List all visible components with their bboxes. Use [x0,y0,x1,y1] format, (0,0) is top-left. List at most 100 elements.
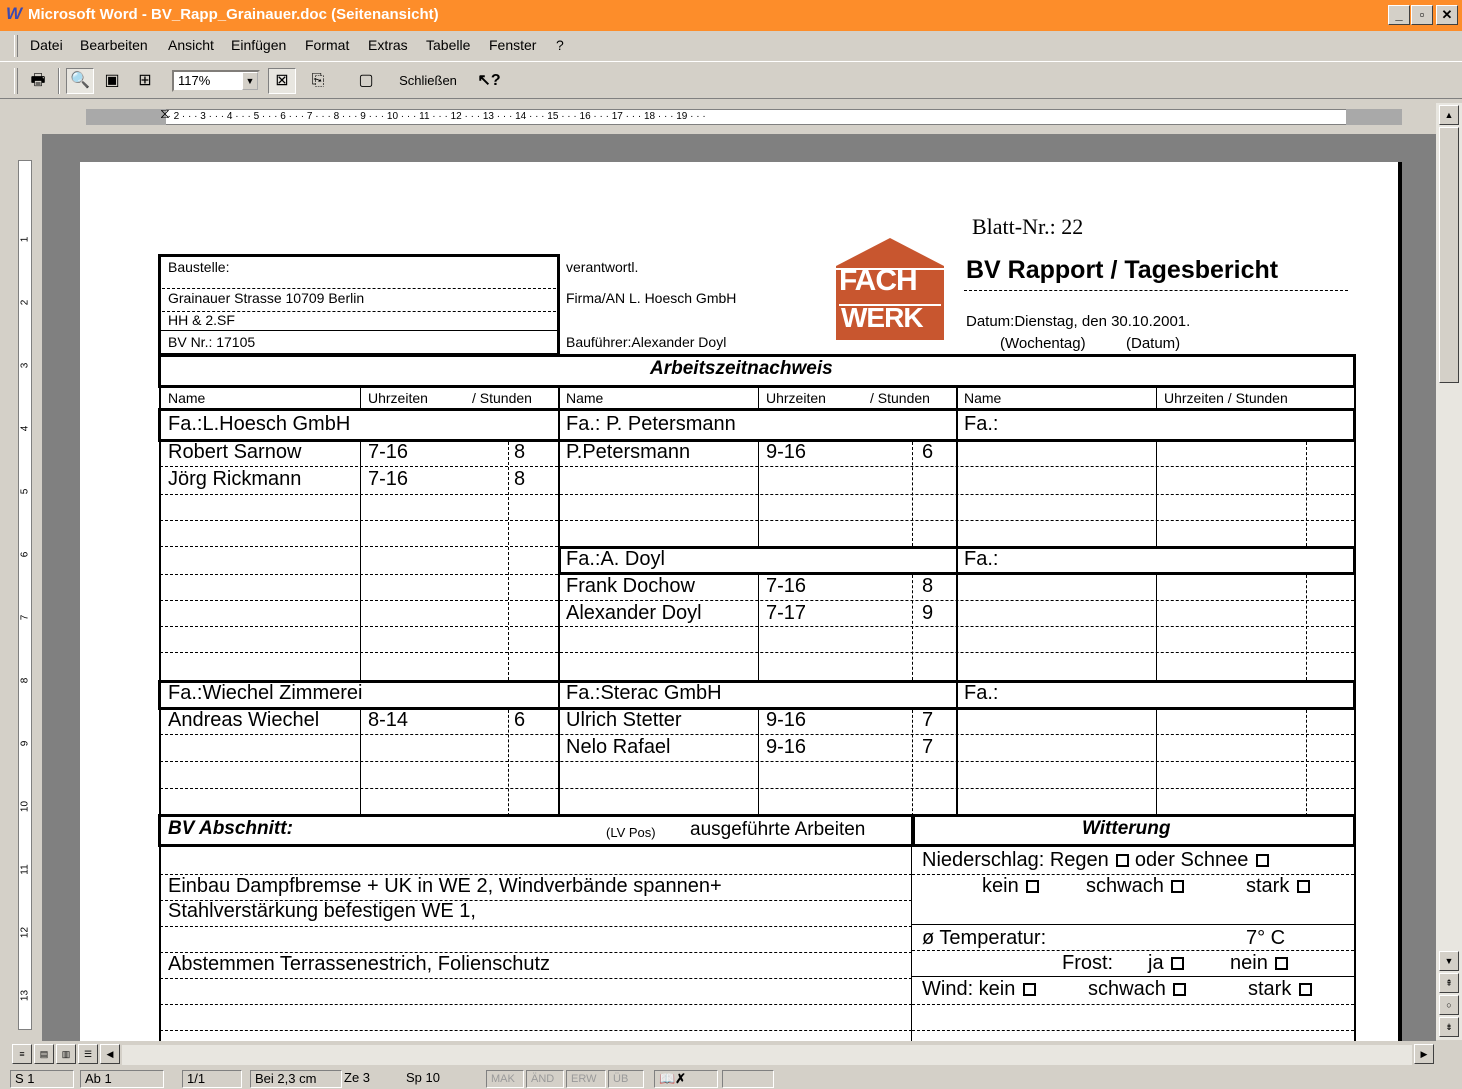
scroll-thumb[interactable] [1439,127,1459,383]
precip-strong-checkbox[interactable] [1296,880,1310,893]
vertical-scrollbar[interactable]: ▲ ▼ ⇞ ○ ⇟ [1436,103,1462,1040]
frost-no: nein [1230,952,1289,975]
menu-bearbeiten[interactable]: Bearbeiten [80,37,148,53]
status-section: S 1 [10,1070,74,1088]
wind-none-checkbox[interactable] [1022,983,1036,996]
one-page-icon[interactable]: ▣ [98,68,126,94]
col-hours-1: / Stunden [472,390,532,406]
worker-name-1: Robert Sarnow [168,441,302,463]
precip-none-checkbox[interactable] [1026,880,1040,893]
document-page: Blatt-Nr.: 22 FACH WERK BV Rapport / Tag… [80,162,1402,1041]
menu-datei[interactable]: Datei [30,37,63,53]
menu-tabelle[interactable]: Tabelle [426,37,470,53]
work-line-3: Abstemmen Terrassenestrich, Folienschutz [168,953,551,975]
chevron-down-icon[interactable]: ▼ [242,72,258,90]
bv-section-label: BV Abschnitt: [168,818,293,839]
snow-checkbox[interactable] [1255,854,1269,867]
word-app-icon: W [6,4,23,23]
menu-format[interactable]: Format [305,37,349,53]
frost-no-checkbox[interactable] [1275,957,1289,970]
menu-help[interactable]: ? [556,37,564,53]
wind-strong-label: stark [1248,978,1292,1000]
fachwerk-logo: FACH WERK [836,232,944,340]
frost-yes: ja [1148,952,1185,975]
menubar-grip[interactable] [14,35,18,57]
full-screen-icon[interactable]: ▢ [352,68,380,94]
outline-view-icon[interactable]: ☰ [78,1044,98,1064]
horizontal-scroll-track[interactable] [122,1045,1412,1065]
precip-weak-checkbox[interactable] [1171,880,1185,893]
work-line-1: Einbau Dampfbremse + UK in WE 2, Windver… [168,875,722,897]
zoom-value: 117% [178,73,211,88]
snow-label: oder Schnee [1134,849,1249,871]
close-preview-button[interactable]: Schließen [390,68,466,94]
worker-name-6: Andreas Wiechel [168,709,320,731]
scroll-up-icon[interactable]: ▲ [1439,105,1459,125]
worker-hours-3: 6 [922,441,934,463]
document-canvas: Blatt-Nr.: 22 FACH WERK BV Rapport / Tag… [42,134,1436,1041]
magnifier-icon[interactable]: 🔍 [66,68,94,94]
minimize-icon[interactable]: _ [1388,5,1410,25]
web-layout-icon[interactable]: ▤ [34,1044,54,1064]
col-hours-2: / Stunden [870,390,930,406]
wind-strong-checkbox[interactable] [1298,983,1312,996]
status-macro[interactable]: MAK [486,1070,524,1088]
status-overtype[interactable]: ÜB [608,1070,644,1088]
date-hint: (Datum) [1126,335,1181,352]
multiple-pages-icon[interactable]: ⊞ [131,68,159,94]
worker-hours-8: 7 [922,736,934,758]
wind-weak-checkbox[interactable] [1173,983,1187,996]
left-margin-area [86,109,166,125]
precip-none-label: kein [982,875,1019,897]
site-manager: Bauführer:Alexander Doyl [566,334,727,350]
browse-object-icon[interactable]: ○ [1439,995,1459,1015]
normal-view-icon[interactable]: ≡ [12,1044,32,1064]
status-empty-panel [722,1070,774,1088]
precip-label: Niederschlag: Regen [922,849,1109,871]
vertical-ruler: 1 2 3 4 5 6 7 8 9 10 11 12 13 [14,140,40,1040]
worker-time-4: 7-16 [766,575,807,597]
worker-name-7: Ulrich Stetter [566,709,682,731]
site-unit: HH & 2.SF [168,312,235,328]
rain-checkbox[interactable] [1116,854,1130,867]
firm-empty-3: Fa.: [964,682,999,704]
vertical-ruler-mark: 10 [19,800,31,813]
temperature-label: ø Temperatur: [922,927,1047,949]
sheet-number: Blatt-Nr.: 22 [972,214,1084,239]
worker-time-3: 9-16 [766,441,807,463]
time-record-title: Arbeitszeitnachweis [650,358,833,379]
previous-page-icon[interactable]: ⇞ [1439,973,1459,993]
status-bar: S 1 Ab 1 1/1 Bei 2,3 cm Ze 3 Sp 10 MAK Ä… [0,1067,1462,1089]
scroll-right-icon[interactable]: ▶ [1414,1044,1434,1064]
worker-hours-7: 7 [922,709,934,731]
shrink-to-fit-icon[interactable]: ⎘ [304,68,332,94]
bv-number: BV Nr.: 17105 [168,334,256,350]
firm-wiechel: Fa.:Wiechel Zimmerei [168,682,363,704]
horizontal-scrollbar-row: ≡ ▤ ▥ ☰ ◀ ▶ [0,1041,1462,1067]
status-line: Ze 3 [344,1070,371,1085]
print-icon[interactable]: 🖶 [24,68,52,94]
next-page-icon[interactable]: ⇟ [1439,1017,1459,1037]
indent-marker-icon[interactable]: ⧖ [160,105,170,122]
scroll-down-icon[interactable]: ▼ [1439,951,1459,971]
worker-hours-2: 8 [514,468,526,490]
spelling-check-icon[interactable]: 📖✗ [654,1070,718,1088]
scroll-left-icon[interactable]: ◀ [100,1044,120,1064]
zoom-select[interactable]: 117% ▼ [172,70,260,92]
menu-einfuegen[interactable]: Einfügen [231,37,286,53]
menu-fenster[interactable]: Fenster [489,37,536,53]
page-layout-icon[interactable]: ▥ [56,1044,76,1064]
view-ruler-icon[interactable]: ⊠ [268,68,296,94]
frost-yes-checkbox[interactable] [1171,957,1185,970]
status-track-changes[interactable]: ÄND [526,1070,564,1088]
precip-weak-label: schwach [1086,875,1164,897]
menu-extras[interactable]: Extras [368,37,408,53]
close-icon[interactable]: ✕ [1436,5,1458,25]
status-extend[interactable]: ERW [566,1070,606,1088]
worker-time-7: 9-16 [766,709,807,731]
menu-ansicht[interactable]: Ansicht [168,37,214,53]
maximize-icon[interactable]: ▫ [1411,5,1433,25]
precip-strong: stark [1246,875,1310,898]
col-time-hours-3: Uhrzeiten / Stunden [1164,390,1288,406]
context-help-icon[interactable]: ↖? [472,68,506,94]
